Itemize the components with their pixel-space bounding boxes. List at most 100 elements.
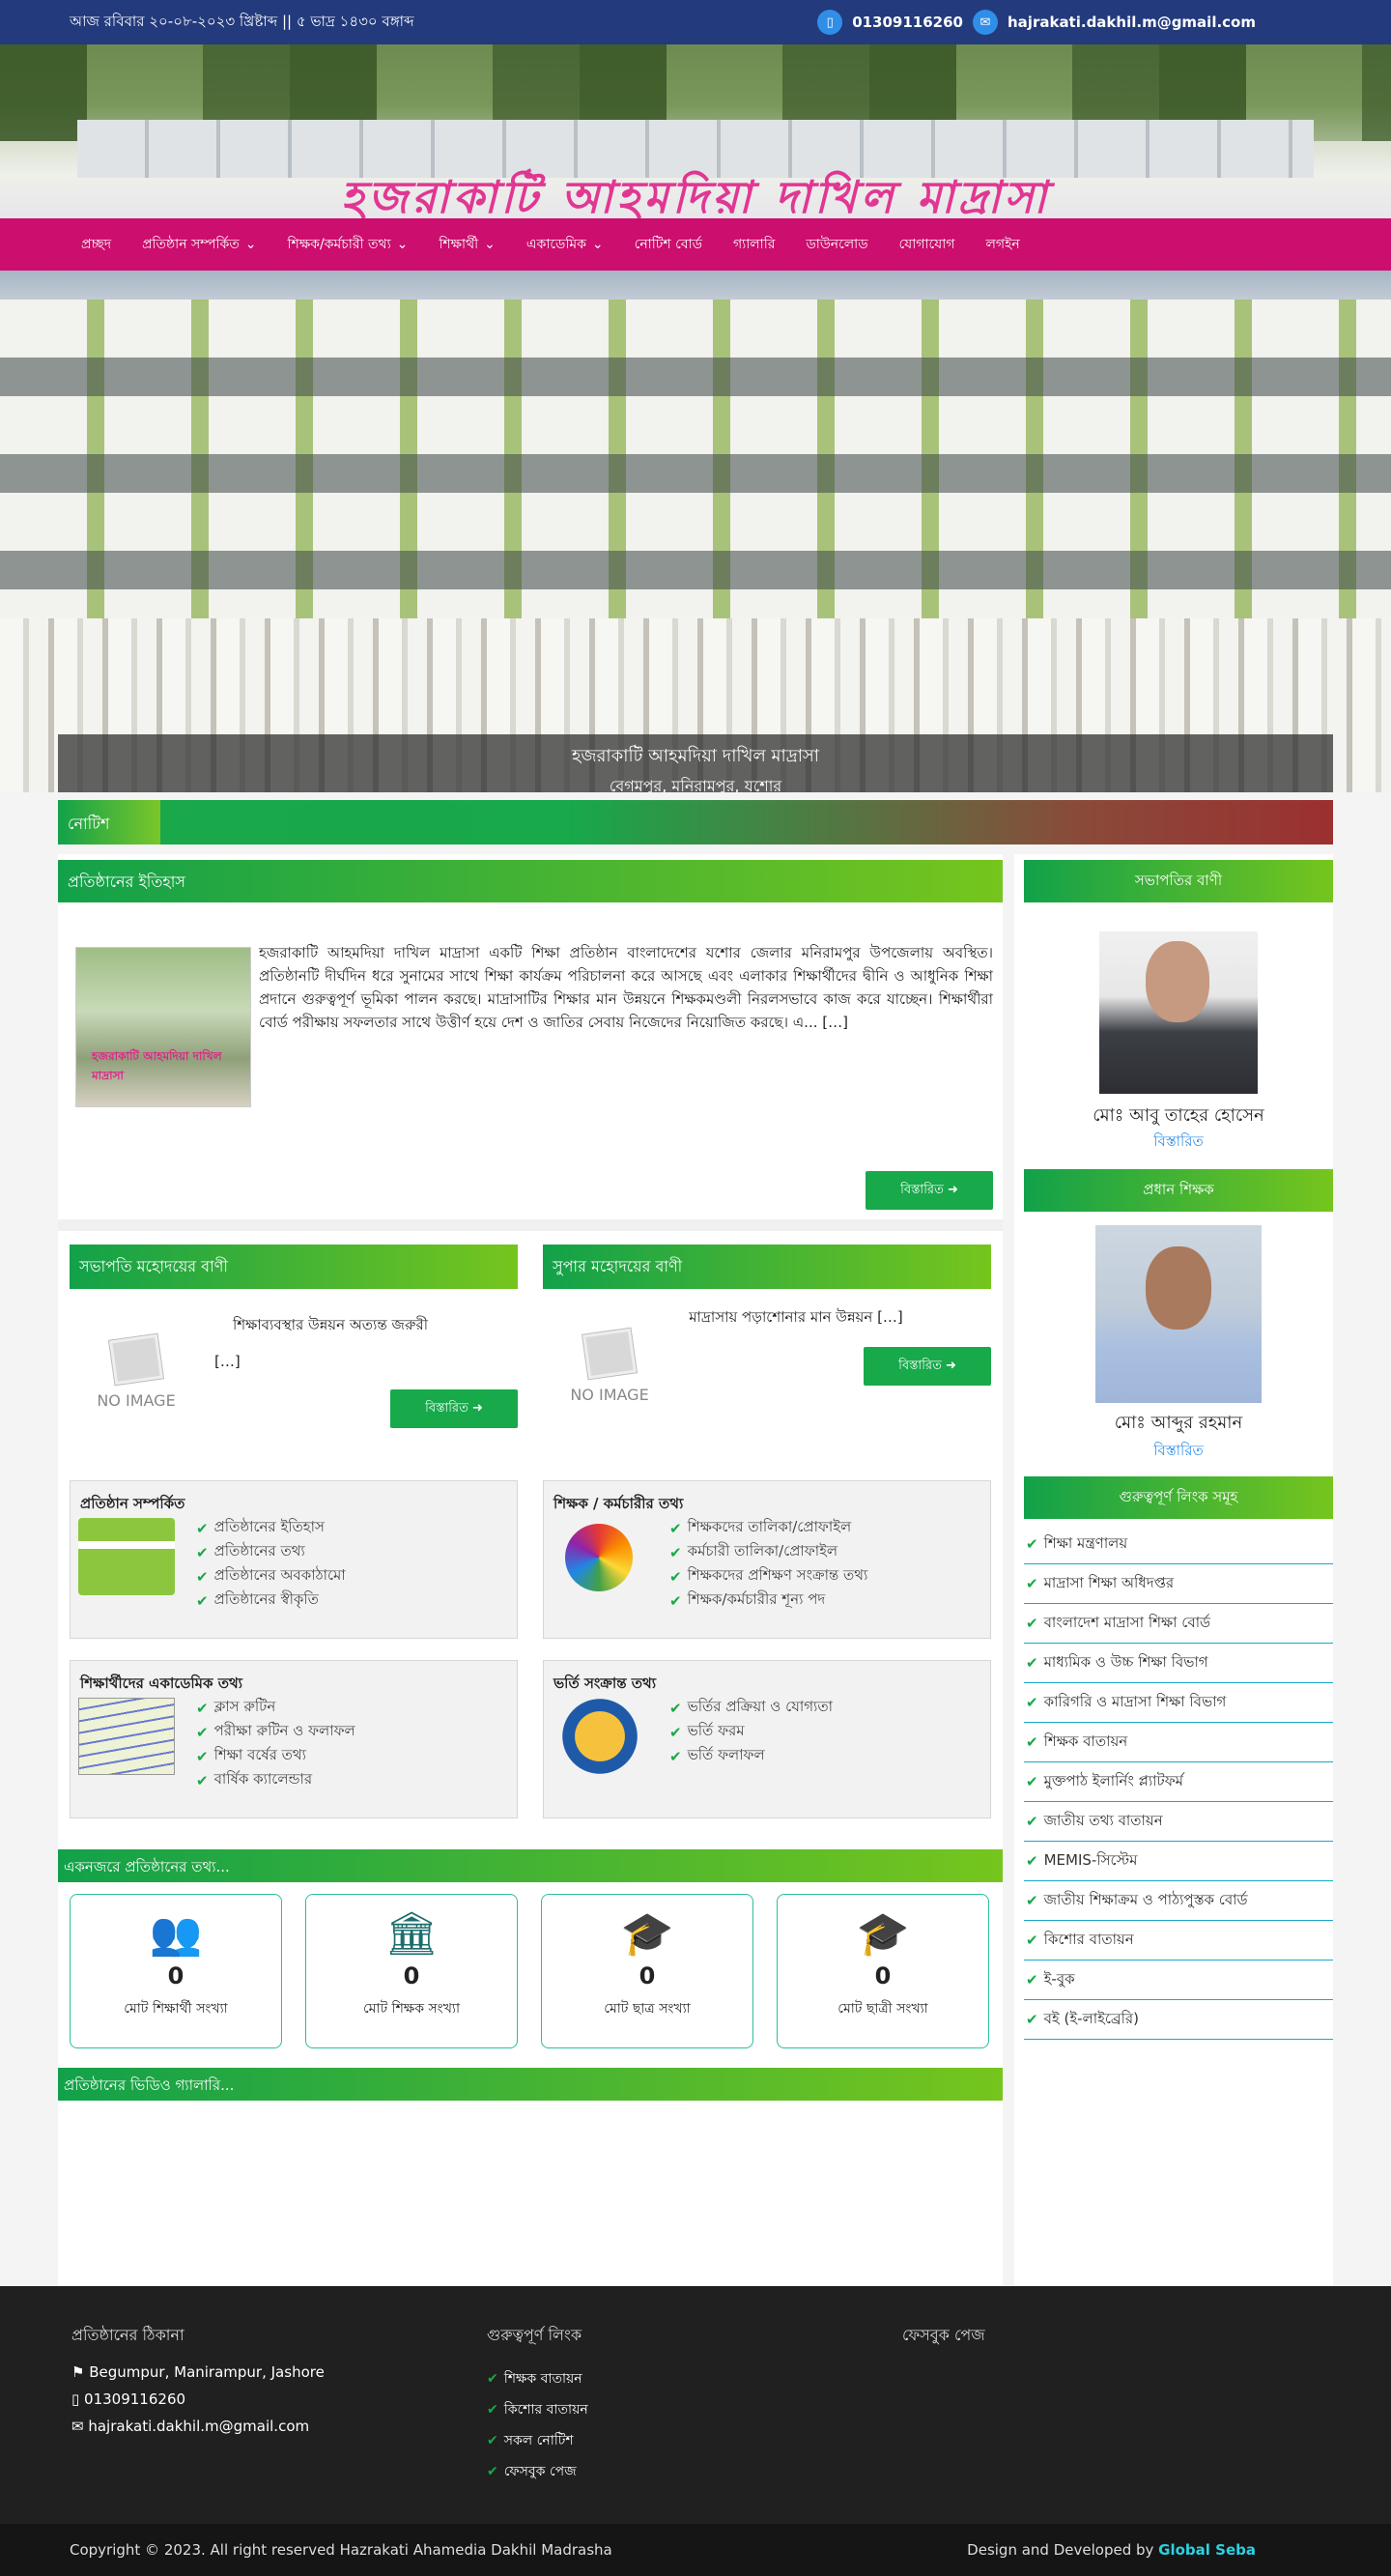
info-card-link[interactable]: ✔ প্রতিষ্ঠানের স্বীকৃতি: [196, 1589, 346, 1613]
nav-item[interactable]: শিক্ষার্থী ⌄: [423, 233, 511, 256]
footer-phone-text[interactable]: 01309116260: [84, 2390, 185, 2408]
info-card-link[interactable]: ✔ কর্মচারী তালিকা/প্রোফাইল: [669, 1540, 867, 1564]
banner-logo[interactable]: হজরাকাটি আহমদিয়া দাখিল মাদ্রাসা: [68, 164, 1323, 218]
stat-value: 0: [639, 1962, 656, 1989]
check-icon: ✔: [1026, 1535, 1038, 1553]
mobile-icon: ▯: [71, 2390, 80, 2408]
important-link[interactable]: ✔ শিক্ষা মন্ত্রণালয়: [1024, 1525, 1333, 1564]
principal-details-link[interactable]: বিস্তারিত: [1024, 1440, 1333, 1464]
documents-icon: [78, 1698, 175, 1775]
important-link[interactable]: ✔ শিক্ষক বাতায়ন: [1024, 1723, 1333, 1762]
top-phone[interactable]: 01309116260: [852, 14, 963, 31]
chevron-down-icon: ⌄: [244, 237, 257, 252]
footer-link[interactable]: ✔ কিশোর বাতায়ন: [487, 2394, 588, 2425]
footer-link[interactable]: ✔ শিক্ষক বাতায়ন: [487, 2363, 588, 2394]
nav-item[interactable]: শিক্ষক/কর্মচারী তথ্য ⌄: [272, 233, 424, 256]
arrow-right-icon: ➜: [471, 1401, 483, 1416]
notice-ticker[interactable]: নোটিশ: [58, 800, 1333, 844]
check-icon: ✔: [196, 1567, 209, 1586]
footer: প্রতিষ্ঠানের ঠিকানা ⚑ Begumpur, Maniramp…: [0, 2286, 1391, 2524]
nav-item[interactable]: প্রতিষ্ঠান সম্পর্কিত ⌄: [127, 233, 271, 256]
info-card-link[interactable]: ✔ ভর্তি ফরম: [669, 1720, 833, 1744]
info-card-link[interactable]: ✔ শিক্ষকদের প্রশিক্ষণ সংক্রান্ত তথ্য: [669, 1564, 867, 1589]
footer-link[interactable]: ✔ ফেসবুক পেজ: [487, 2456, 588, 2487]
about-more-button[interactable]: বিস্তারিত ➜: [866, 1171, 993, 1210]
stat-value: 0: [167, 1962, 185, 1989]
info-card-link-label: শিক্ষকদের প্রশিক্ষণ সংক্রান্ত তথ্য: [687, 1566, 868, 1584]
stat-label: মোট ছাত্র সংখ্যা: [604, 2001, 691, 2017]
important-link[interactable]: ✔ জাতীয় শিক্ষাক্রম ও পাঠ্যপুস্তক বোর্ড: [1024, 1881, 1333, 1921]
nav-item-label: গ্যালারি: [732, 237, 776, 252]
check-icon: ✔: [1026, 1575, 1038, 1592]
info-card-heading: শিক্ষক / কর্মচারীর তথ্য: [554, 1495, 684, 1512]
important-link-label: শিক্ষক বাতায়ন: [1043, 1732, 1128, 1750]
important-link[interactable]: ✔ কারিগরি ও মাদ্রাসা শিক্ষা বিভাগ: [1024, 1683, 1333, 1723]
nav-item-label: প্রতিষ্ঠান সম্পর্কিত: [142, 237, 240, 252]
student-icon: 🎓: [620, 1909, 674, 1959]
info-card: শিক্ষক / কর্মচারীর তথ্য ✔ শিক্ষকদের তালিকা…: [543, 1480, 991, 1639]
info-card-link[interactable]: ✔ প্রতিষ্ঠানের অবকাঠামো: [196, 1564, 346, 1589]
footer-email: ✉ hajrakati.dakhil.m@gmail.com: [71, 2418, 309, 2435]
nav-item-label: নোটিশ বোর্ড: [634, 237, 702, 252]
info-card-link[interactable]: ✔ প্রতিষ্ঠানের ইতিহাস: [196, 1516, 346, 1540]
important-link-label: কারিগরি ও মাদ্রাসা শিক্ষা বিভাগ: [1043, 1692, 1227, 1710]
footer-link[interactable]: ✔ সকল নোটিশ: [487, 2425, 588, 2456]
nav-item[interactable]: একাডেমিক ⌄: [511, 233, 619, 256]
stat-box: 👥 0 মোট শিক্ষার্থী সংখ্যা: [70, 1894, 282, 2048]
president-details-link[interactable]: বিস্তারিত: [1024, 1131, 1333, 1155]
info-card-link[interactable]: ✔ শিক্ষা বর্ষের তথ্য: [196, 1744, 355, 1768]
check-icon: ✔: [669, 1699, 682, 1717]
chevron-down-icon: ⌄: [396, 237, 409, 252]
info-card-link-label: প্রতিষ্ঠানের তথ্য: [213, 1542, 305, 1560]
important-link[interactable]: ✔ কিশোর বাতায়ন: [1024, 1921, 1333, 1961]
credit-link[interactable]: Global Seba: [1158, 2541, 1256, 2559]
info-card-link[interactable]: ✔ ক্লাস রুটিন: [196, 1696, 355, 1720]
check-icon: ✔: [1026, 1813, 1038, 1830]
hero-slider[interactable]: হজরাকাটি আহমদিয়া দাখিল মাদ্রাসা বেগমপুর…: [0, 271, 1391, 792]
important-link[interactable]: ✔ মাদ্রাসা শিক্ষা অধিদপ্তর: [1024, 1564, 1333, 1604]
president-more-button[interactable]: বিস্তারিত ➜: [390, 1389, 518, 1428]
nav-item[interactable]: যোগাযোগ: [884, 233, 971, 256]
nav-item[interactable]: লগইন: [970, 233, 1035, 256]
info-card-link[interactable]: ✔ পরীক্ষা রুটিন ও ফলাফল: [196, 1720, 355, 1744]
info-card-link[interactable]: ✔ প্রতিষ্ঠানের তথ্য: [196, 1540, 346, 1564]
info-card-link[interactable]: ✔ বার্ষিক ক্যালেন্ডার: [196, 1768, 355, 1792]
info-card-link[interactable]: ✔ শিক্ষক/কর্মচারীর শূন্য পদ: [669, 1589, 867, 1613]
check-icon: ✔: [196, 1543, 209, 1561]
check-icon: ✔: [1026, 1733, 1038, 1751]
important-link[interactable]: ✔ মাধ্যমিক ও উচ্চ শিক্ষা বিভাগ: [1024, 1644, 1333, 1683]
footer-email-text[interactable]: hajrakati.dakhil.m@gmail.com: [88, 2418, 309, 2435]
info-card-link[interactable]: ✔ ভর্তির প্রক্রিয়া ও যোগ্যতা: [669, 1696, 833, 1720]
top-email[interactable]: hajrakati.dakhil.m@gmail.com: [1008, 14, 1256, 31]
info-card: শিক্ষার্থীদের একাডেমিক তথ্য ✔ ক্লাস রুটিন ✔…: [70, 1660, 518, 1818]
principal-more-label: বিস্তারিত: [898, 1359, 942, 1373]
date-text: আজ রবিবার ২০-০৮-২০২৩ খ্রিষ্টাব্দ || ৫ ভা…: [70, 13, 414, 30]
president-more-label: বিস্তারিত: [425, 1401, 468, 1416]
contact-info: ▯ 01309116260 ✉ hajrakati.dakhil.m@gmail…: [817, 10, 1256, 35]
important-link[interactable]: ✔ জাতীয় তথ্য বাতায়ন: [1024, 1802, 1333, 1842]
important-link[interactable]: ✔ বই (ই-লাইব্রেরি): [1024, 2000, 1333, 2040]
nav-item[interactable]: গ্যালারি: [718, 233, 791, 256]
check-icon: ✔: [1026, 1852, 1038, 1870]
video-heading: প্রতিষ্ঠানের ভিডিও গ্যালারি...: [58, 2068, 1003, 2101]
info-card-link-label: প্রতিষ্ঠানের স্বীকৃতি: [213, 1590, 319, 1608]
info-card-link-label: কর্মচারী তালিকা/প্রোফাইল: [687, 1542, 838, 1560]
stat-box: 🎓 0 মোট ছাত্রী সংখ্যা: [777, 1894, 989, 2048]
check-icon: ✔: [196, 1771, 209, 1789]
users-icon: 👥: [149, 1909, 203, 1959]
important-link[interactable]: ✔ মুক্তপাঠ ইলার্নিং প্ল্যাটফর্ম: [1024, 1762, 1333, 1802]
nav-item[interactable]: প্রচ্ছদ: [66, 233, 127, 256]
no-image-label: NO IMAGE: [570, 1386, 649, 1404]
arrow-right-icon: ➜: [947, 1183, 958, 1197]
important-link[interactable]: ✔ MEMIS-সিস্টেম: [1024, 1842, 1333, 1881]
info-card-link[interactable]: ✔ ভর্তি ফলাফল: [669, 1744, 833, 1768]
important-link[interactable]: ✔ বাংলাদেশ মাদ্রাসা শিক্ষা বোর্ড: [1024, 1604, 1333, 1644]
important-link-label: মাদ্রাসা শিক্ষা অধিদপ্তর: [1043, 1573, 1175, 1591]
check-icon: ✔: [1026, 1654, 1038, 1672]
nav-item-label: শিক্ষার্থী: [439, 237, 479, 252]
nav-item[interactable]: নোটিশ বোর্ড: [619, 233, 718, 256]
important-link[interactable]: ✔ ই-বুক: [1024, 1961, 1333, 2000]
info-card-link[interactable]: ✔ শিক্ষকদের তালিকা/প্রোফাইল: [669, 1516, 867, 1540]
principal-more-button[interactable]: বিস্তারিত ➜: [864, 1347, 991, 1386]
nav-item[interactable]: ডাউনলোড: [790, 233, 883, 256]
